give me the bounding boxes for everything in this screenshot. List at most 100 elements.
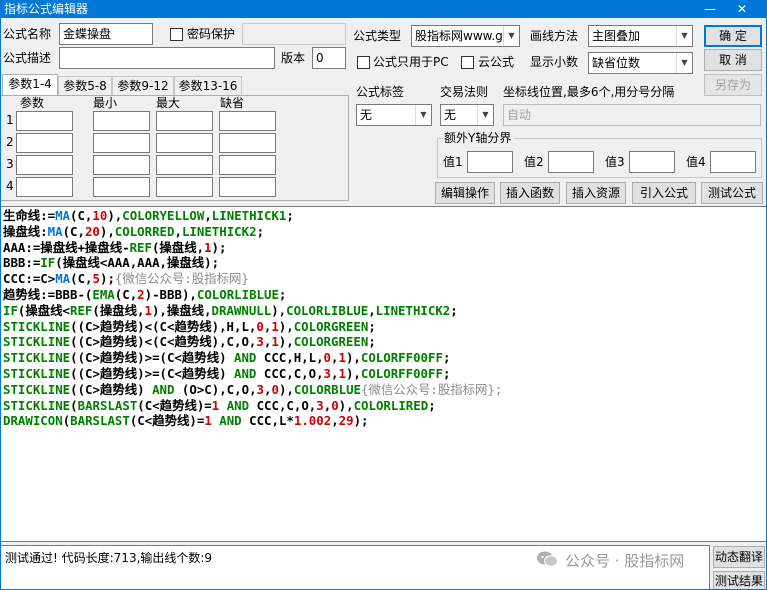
yaxis-value2-input[interactable]: [548, 151, 594, 173]
param-min-input[interactable]: [93, 133, 150, 153]
code-token: CCC:=C>: [3, 271, 56, 287]
param-name-input[interactable]: [16, 177, 73, 197]
param-name-input[interactable]: [16, 111, 73, 131]
code-token: (操盘线,: [92, 302, 145, 318]
code-token: CCC,L*: [241, 413, 294, 429]
code-line: DRAWICON(BARSLAST(C<趋势线)=1 AND CCC,L*1.0…: [3, 413, 766, 429]
code-token: 0: [323, 350, 332, 366]
yaxis-group-title: 额外Y轴分界: [441, 131, 515, 145]
code-token: 1.002: [293, 413, 332, 429]
param-min-input[interactable]: [93, 155, 150, 175]
yaxis-value4-input[interactable]: [710, 151, 756, 173]
param-default-input[interactable]: [219, 177, 276, 197]
decimal-select[interactable]: 缺省位数 ▼: [588, 52, 693, 74]
chevron-down-icon: ▼: [477, 105, 493, 125]
code-token: 1: [271, 334, 279, 350]
code-token: STICKLINE: [3, 365, 71, 381]
pc-only-checkbox[interactable]: [357, 56, 370, 69]
param-max-input[interactable]: [156, 177, 213, 197]
insert-function-button[interactable]: 插入函数: [500, 182, 560, 204]
code-token: (操盘线<AAA,AAA,操盘线);: [55, 255, 220, 271]
password-checkbox[interactable]: [170, 28, 183, 41]
code-line: 操盘线:MA(C,20),COLORRED,LINETHICK2;: [3, 224, 766, 240]
param-max-input[interactable]: [156, 111, 213, 131]
code-token: ),: [278, 381, 294, 397]
param-default-input[interactable]: [219, 155, 276, 175]
code-token: MA: [55, 208, 71, 223]
code-token: 生命线:=: [3, 208, 56, 223]
formula-desc-input[interactable]: [59, 47, 275, 69]
code-token: ),: [345, 350, 361, 366]
trade-select[interactable]: 无 ▼: [440, 104, 494, 126]
code-token: 3: [316, 397, 324, 413]
code-token: ((C>趋势线)<(C<趋势线),H,L,: [70, 318, 257, 334]
insert-resource-button[interactable]: 插入资源: [566, 182, 626, 204]
code-token: )-BBB),: [144, 286, 197, 302]
code-token: COLORGREEN: [293, 318, 369, 334]
code-line: BBB:=IF(操盘线<AAA,AAA,操盘线);: [3, 255, 766, 271]
window-title-bar: 指标公式编辑器: [0, 0, 767, 18]
code-token: DRAWNULL: [211, 302, 272, 318]
code-token: ((C>趋势线)<(C<趋势线),C,O,: [70, 334, 257, 350]
code-token: MA: [47, 223, 63, 239]
code-token: );: [100, 271, 115, 287]
draw-method-select[interactable]: 主图叠加 ▼: [588, 25, 693, 47]
trade-value: 无: [444, 108, 457, 122]
coord-input[interactable]: 自动: [503, 104, 761, 126]
param-max-input[interactable]: [156, 155, 213, 175]
cancel-button[interactable]: 取 消: [704, 49, 762, 71]
yaxis-value1-input[interactable]: [467, 151, 513, 173]
code-token: 3: [256, 381, 264, 397]
param-name-input[interactable]: [16, 155, 73, 175]
yaxis-value3-input[interactable]: [629, 151, 675, 173]
code-token: 10: [92, 208, 108, 223]
code-token: ((C>趋势线)>=(C<趋势线): [70, 350, 235, 366]
name-label: 公式名称: [3, 27, 52, 41]
code-token: 29: [338, 413, 354, 429]
code-token: 20: [84, 223, 100, 239]
code-token: (C<趋势线)=: [137, 397, 212, 413]
param-row-number: 2: [6, 135, 14, 149]
test-result-button[interactable]: 测试结果: [713, 571, 765, 590]
close-button[interactable]: ✕: [731, 0, 753, 18]
code-token: CCC,C,O,: [249, 397, 317, 413]
formula-name-input[interactable]: 金蝶操盘: [59, 23, 153, 45]
code-editor[interactable]: 生命线:=MA(C,10),COLORYELLOW,LINETHICK1; 操盘线…: [0, 206, 767, 542]
param-name-input[interactable]: [16, 133, 73, 153]
save-as-button[interactable]: 另存为: [704, 74, 762, 96]
import-formula-button[interactable]: 引入公式: [632, 182, 696, 204]
coord-label: 坐标线位置,最多6个,用分号分隔: [503, 85, 675, 99]
code-token: ,: [331, 413, 339, 429]
code-token: COLORRED: [114, 223, 175, 239]
code-token: ;: [450, 302, 458, 318]
param-default-input[interactable]: [219, 111, 276, 131]
tag-value: 无: [360, 108, 373, 122]
code-token: 2: [137, 286, 145, 302]
code-token: AAA:=操盘线+操盘线-: [3, 239, 130, 255]
param-default-input[interactable]: [219, 133, 276, 153]
code-line: STICKLINE((C>趋势线)<(C<趋势线),H,L,0,1),COLOR…: [3, 319, 766, 335]
code-token: AND: [234, 365, 257, 381]
formula-type-select[interactable]: 股指标网www.g ▼: [411, 25, 520, 47]
minimize-button[interactable]: —: [699, 0, 721, 18]
code-token: COLORYELLOW: [122, 208, 205, 223]
cloud-label: 云公式: [478, 55, 515, 69]
test-formula-button[interactable]: 测试公式: [701, 182, 763, 204]
code-token: 1: [338, 350, 346, 366]
code-line: 生命线:=MA(C,10),COLORYELLOW,LINETHICK1;: [3, 208, 766, 224]
dynamic-translate-button[interactable]: 动态翻译: [713, 546, 765, 568]
cloud-checkbox[interactable]: [461, 56, 474, 69]
code-token: CCC,C,O,: [256, 365, 324, 381]
param-max-input[interactable]: [156, 133, 213, 153]
param-min-input[interactable]: [93, 177, 150, 197]
param-min-input[interactable]: [93, 111, 150, 131]
draw-method-value: 主图叠加: [592, 29, 641, 43]
version-input[interactable]: 0: [312, 47, 346, 69]
code-token: (C,: [114, 286, 138, 302]
edit-operation-button[interactable]: 编辑操作: [435, 182, 495, 204]
code-token: );: [211, 239, 227, 255]
tag-select[interactable]: 无 ▼: [356, 104, 432, 126]
code-token: 操盘线:: [3, 223, 48, 239]
ok-button[interactable]: 确 定: [704, 25, 762, 47]
